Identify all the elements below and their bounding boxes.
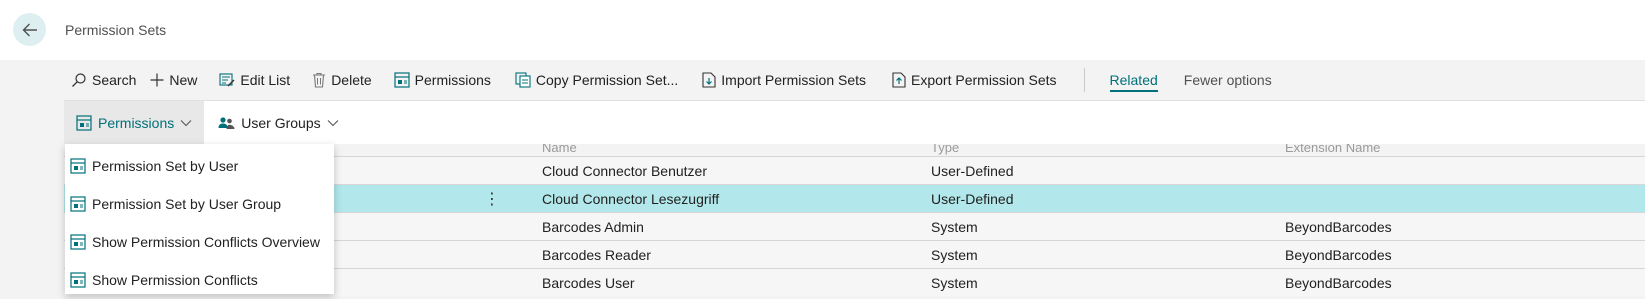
export-permission-sets-button[interactable]: Export Permission Sets [885, 60, 1064, 100]
permissions-menu-button[interactable]: Permissions [64, 101, 205, 144]
permissions-menu-label: Permissions [98, 114, 175, 131]
copy-permission-set-label: Copy Permission Set... [535, 72, 679, 88]
column-header-extension[interactable]: Extension Name [1285, 144, 1380, 155]
cell-type: System [931, 275, 978, 291]
delete-button[interactable]: Delete [305, 60, 378, 100]
cell-extension: BeyondBarcodes [1285, 275, 1392, 291]
import-icon [702, 72, 716, 88]
permission-set-icon [76, 114, 92, 131]
cell-type: User-Defined [931, 191, 1014, 207]
cell-name[interactable]: Barcodes Admin [542, 219, 644, 235]
cell-name[interactable]: Cloud Connector Lesezugriff [542, 191, 719, 207]
import-permission-sets-button[interactable]: Import Permission Sets [695, 60, 873, 100]
permissions-dropdown-menu: Permission Set by User Permission Set by… [65, 144, 334, 294]
action-separator [1083, 68, 1085, 92]
cell-name[interactable]: Cloud Connector Benutzer [542, 163, 707, 179]
import-permission-sets-label: Import Permission Sets [721, 72, 867, 88]
row-actions-icon[interactable]: ⋮ [484, 189, 500, 209]
cell-type: System [931, 219, 978, 235]
copy-permission-set-button[interactable]: Copy Permission Set... [508, 60, 685, 100]
column-header-name[interactable]: Name [542, 144, 577, 155]
cell-extension: BeyondBarcodes [1285, 219, 1392, 235]
permission-set-icon [394, 72, 410, 88]
cell-type: User-Defined [931, 163, 1014, 179]
cell-name[interactable]: Barcodes User [542, 275, 635, 291]
page-title: Permission Sets [65, 22, 167, 38]
plus-icon [150, 73, 164, 87]
permission-set-icon [70, 234, 86, 250]
search-label: Search [92, 72, 137, 88]
delete-label: Delete [331, 72, 372, 88]
menu-item-label: Permission Set by User Group [92, 196, 282, 212]
related-label: Related [1109, 72, 1158, 92]
menu-item-show-permission-conflicts-overview[interactable]: Show Permission Conflicts Overview [65, 223, 334, 261]
top-bar: Permission Sets [0, 0, 1645, 60]
related-subbar: Permissions User Groups [64, 100, 1645, 144]
edit-list-icon [219, 73, 235, 87]
menu-item-show-permission-conflicts[interactable]: Show Permission Conflicts [65, 261, 334, 299]
export-permission-sets-label: Export Permission Sets [911, 72, 1057, 88]
export-icon [892, 72, 906, 88]
chevron-down-icon [180, 119, 192, 126]
chevron-down-icon [327, 119, 338, 126]
cell-name[interactable]: Barcodes Reader [542, 247, 651, 263]
action-bar: Search New Edit List Delete Permissions [64, 60, 1645, 100]
cell-extension: BeyondBarcodes [1285, 247, 1392, 263]
fewer-options-button[interactable]: Fewer options [1177, 60, 1279, 100]
user-groups-menu-button[interactable]: User Groups [206, 101, 350, 144]
permissions-label: Permissions [414, 72, 491, 88]
search-button[interactable]: Search [64, 60, 143, 100]
user-groups-menu-label: User Groups [241, 114, 321, 131]
edit-list-label: Edit List [240, 72, 291, 88]
fewer-options-label: Fewer options [1183, 72, 1272, 88]
permissions-button[interactable]: Permissions [387, 60, 498, 100]
new-label: New [169, 72, 198, 88]
menu-item-permission-set-by-user-group[interactable]: Permission Set by User Group [65, 185, 334, 223]
menu-item-label: Show Permission Conflicts [92, 272, 258, 288]
menu-item-label: Show Permission Conflicts Overview [92, 234, 320, 250]
permission-set-icon [70, 196, 86, 212]
new-button[interactable]: New [143, 60, 204, 100]
menu-item-label: Permission Set by User [92, 158, 239, 174]
search-icon [72, 73, 86, 87]
permission-set-icon [70, 158, 86, 174]
permission-set-icon [70, 272, 86, 288]
trash-icon [313, 72, 326, 88]
column-header-type[interactable]: Type [931, 144, 959, 155]
user-group-icon [218, 116, 235, 129]
cell-type: System [931, 247, 978, 263]
back-button[interactable] [13, 13, 46, 46]
copy-icon [515, 72, 531, 88]
related-tab[interactable]: Related [1103, 60, 1165, 100]
menu-item-permission-set-by-user[interactable]: Permission Set by User [65, 147, 334, 185]
edit-list-button[interactable]: Edit List [212, 60, 297, 100]
arrow-left-icon [22, 23, 37, 36]
